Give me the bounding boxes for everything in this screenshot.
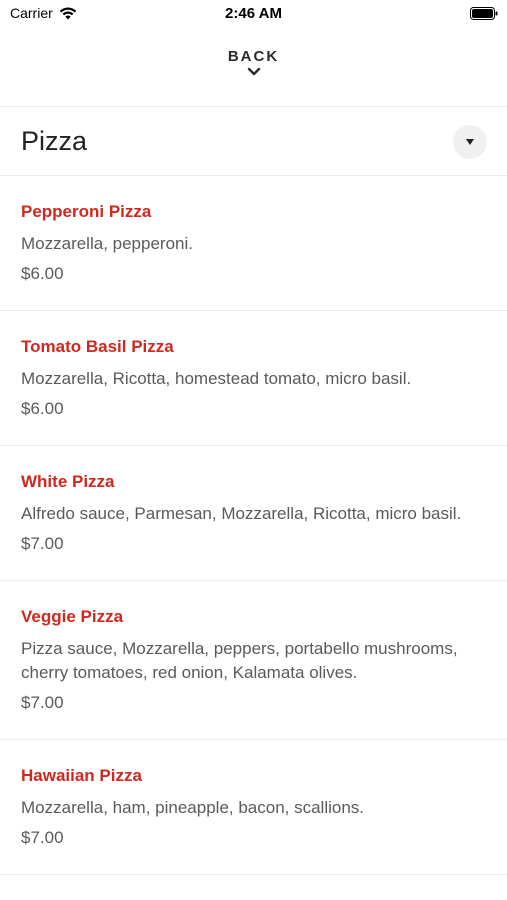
menu-item[interactable]: White Pizza Alfredo sauce, Parmesan, Moz… — [0, 446, 507, 581]
item-price: $7.00 — [21, 693, 64, 712]
item-name: Veggie Pizza — [21, 607, 124, 626]
caret-down-icon — [466, 139, 474, 145]
menu-screen: Carrier 2:46 AM BACK Pizza Pepperoni Piz… — [0, 0, 507, 900]
item-description: Alfredo sauce, Parmesan, Mozzarella, Ric… — [21, 504, 462, 523]
item-description: Mozzarella, Ricotta, homestead tomato, m… — [21, 369, 412, 388]
item-name: Pepperoni Pizza — [21, 202, 152, 221]
item-description: Mozzarella, pepperoni. — [21, 234, 193, 253]
item-name: White Pizza — [21, 472, 115, 491]
item-name: Tomato Basil Pizza — [21, 337, 174, 356]
battery-icon — [470, 7, 498, 20]
item-price: $7.00 — [21, 534, 64, 553]
back-button[interactable]: BACK — [0, 40, 507, 107]
back-label: BACK — [227, 48, 280, 65]
chevron-down-icon — [247, 67, 260, 76]
item-description: Mozzarella, ham, pineapple, bacon, scall… — [21, 798, 365, 817]
menu-item[interactable]: Veggie Pizza Pizza sauce, Mozzarella, pe… — [0, 581, 507, 740]
category-header: Pizza — [0, 107, 507, 176]
menu-item[interactable]: Pepperoni Pizza Mozzarella, pepperoni. $… — [0, 176, 507, 311]
status-bar: Carrier 2:46 AM — [0, 0, 507, 28]
category-title: Pizza — [21, 126, 88, 156]
item-name: Hawaiian Pizza — [21, 766, 142, 785]
menu-item[interactable]: Tomato Basil Pizza Mozzarella, Ricotta, … — [0, 311, 507, 446]
menu-list: Pepperoni Pizza Mozzarella, pepperoni. $… — [0, 176, 507, 875]
menu-item[interactable]: Hawaiian Pizza Mozzarella, ham, pineappl… — [0, 740, 507, 875]
category-dropdown-button[interactable] — [453, 125, 487, 159]
item-price: $6.00 — [21, 264, 64, 283]
item-description: Pizza sauce, Mozzarella, peppers, portab… — [21, 639, 458, 682]
status-time: 2:46 AM — [225, 5, 282, 22]
item-price: $6.00 — [21, 399, 64, 418]
item-price: $7.00 — [21, 828, 64, 847]
